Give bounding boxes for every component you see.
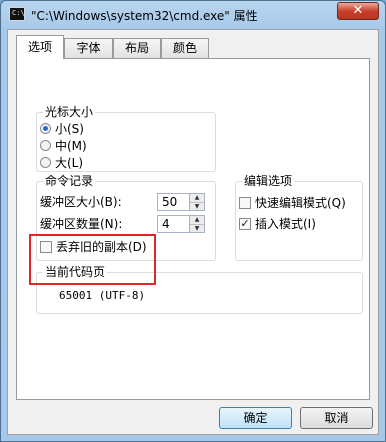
cursor-medium-label[interactable]: 中(M) bbox=[55, 139, 87, 153]
dialog-client: 选项 字体 布局 颜色 光标大小 小(S) 中(M) 大(L) 命令记录 缓冲区… bbox=[7, 29, 379, 435]
options-panel: 光标大小 小(S) 中(M) 大(L) 命令记录 缓冲区大小(B): 50 ▲ ▼… bbox=[16, 58, 370, 400]
buffer-size-stepper[interactable]: 50 ▲ ▼ bbox=[157, 193, 205, 211]
buffer-count-value[interactable]: 4 bbox=[162, 217, 170, 231]
window-title: "C:\Windows\system32\cmd.exe" 属性 bbox=[31, 9, 258, 23]
tab-layout[interactable]: 布局 bbox=[113, 38, 161, 58]
close-icon: ✕ bbox=[352, 3, 364, 18]
cursor-large-label[interactable]: 大(L) bbox=[55, 156, 83, 170]
cursor-small-radio[interactable] bbox=[40, 123, 51, 134]
cursor-size-title: 光标大小 bbox=[43, 105, 96, 119]
cursor-medium-radio[interactable] bbox=[40, 140, 51, 151]
cmd-icon: C:\ bbox=[9, 7, 25, 21]
spin-down-icon[interactable]: ▼ bbox=[190, 202, 204, 210]
title-bar[interactable]: C:\ "C:\Windows\system32\cmd.exe" 属性 ✕ bbox=[1, 1, 385, 29]
tab-colors[interactable]: 颜色 bbox=[161, 38, 209, 58]
cursor-small-label[interactable]: 小(S) bbox=[55, 122, 84, 136]
buffer-count-label: 缓冲区数量(N): bbox=[40, 217, 123, 231]
insert-mode-label[interactable]: 插入模式(I) bbox=[255, 217, 316, 231]
highlight-box bbox=[29, 234, 156, 285]
properties-window: C:\ "C:\Windows\system32\cmd.exe" 属性 ✕ 选… bbox=[0, 0, 386, 442]
code-page-value: 65001 (UTF-8) bbox=[59, 289, 146, 302]
quick-edit-label[interactable]: 快速编辑模式(Q) bbox=[255, 196, 346, 210]
spin-down-icon[interactable]: ▼ bbox=[190, 224, 204, 232]
ok-button[interactable]: 确定 bbox=[219, 407, 292, 429]
checkmark-icon: ✓ bbox=[240, 217, 250, 230]
spin-up-icon[interactable]: ▲ bbox=[190, 216, 204, 224]
insert-mode-checkbox[interactable]: ✓ bbox=[239, 218, 251, 230]
buffer-size-label: 缓冲区大小(B): bbox=[40, 195, 122, 209]
tab-font[interactable]: 字体 bbox=[64, 38, 113, 58]
cancel-button[interactable]: 取消 bbox=[300, 407, 373, 429]
edit-options-title: 编辑选项 bbox=[242, 174, 295, 188]
command-history-title: 命令记录 bbox=[43, 174, 96, 188]
close-button[interactable]: ✕ bbox=[337, 2, 379, 20]
quick-edit-checkbox[interactable] bbox=[239, 197, 251, 209]
cursor-large-radio[interactable] bbox=[40, 157, 51, 168]
tab-options[interactable]: 选项 bbox=[16, 35, 64, 59]
buffer-size-value[interactable]: 50 bbox=[162, 195, 177, 209]
spin-up-icon[interactable]: ▲ bbox=[190, 194, 204, 202]
buffer-count-stepper[interactable]: 4 ▲ ▼ bbox=[157, 215, 205, 233]
